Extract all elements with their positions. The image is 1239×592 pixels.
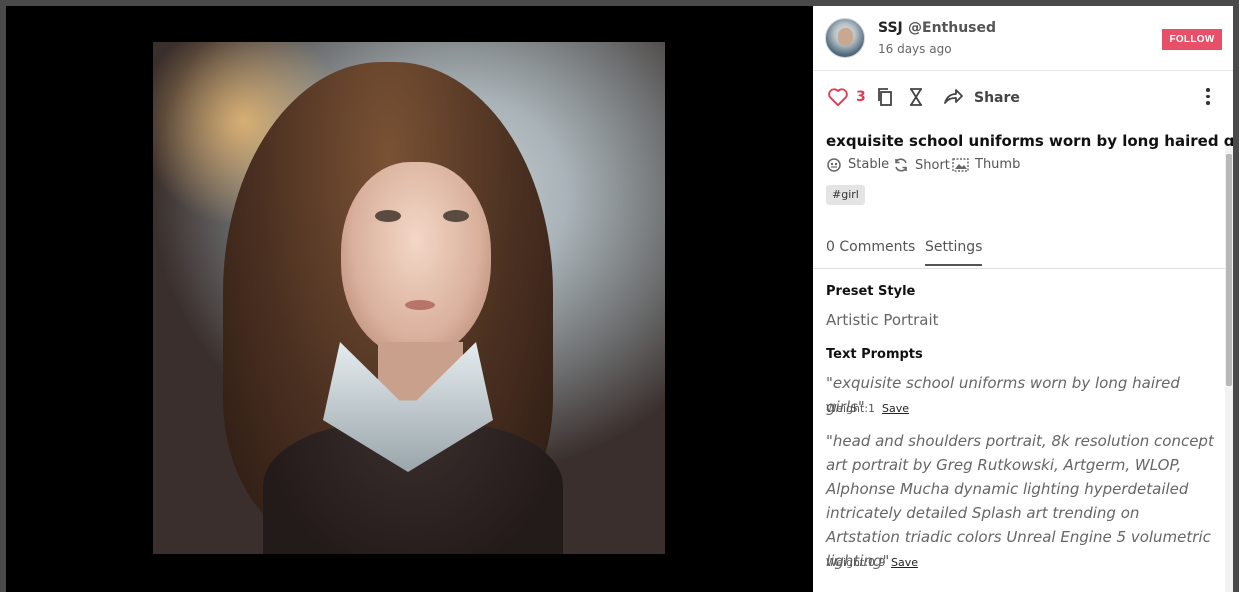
share-icon[interactable]: [943, 87, 963, 105]
stable-diffusion-icon: [827, 157, 841, 172]
meta-stable: Stable: [826, 157, 889, 172]
save-link[interactable]: Save: [882, 402, 909, 415]
preset-style-value: Artistic Portrait: [826, 311, 939, 329]
action-bar: 3 Share: [813, 71, 1233, 121]
heart-icon[interactable]: [827, 87, 849, 107]
text-prompts-heading: Text Prompts: [826, 347, 923, 362]
prompt-weight: Weight:0.9: [826, 556, 886, 569]
save-link[interactable]: Save: [891, 556, 918, 569]
like-count: 3: [856, 89, 866, 105]
meta-short: Short: [893, 157, 950, 173]
tab-bar: 0 Comments Settings: [813, 234, 1233, 269]
thumbnail-icon: [952, 157, 969, 172]
prompt-text: "head and shoulders portrait, 8k resolut…: [826, 432, 1214, 570]
username[interactable]: SSJ: [878, 20, 903, 36]
viewer-frame: SSJ @Enthused 16 days ago FOLLOW 3 Share…: [6, 6, 1233, 592]
post-header: SSJ @Enthused 16 days ago FOLLOW: [813, 6, 1233, 71]
meta-label: Thumb: [975, 157, 1021, 172]
hourglass-icon[interactable]: [908, 87, 924, 107]
meta-label: Short: [915, 157, 950, 173]
prompt-weight: Weight:1: [826, 402, 876, 415]
share-button[interactable]: Share: [974, 90, 1020, 106]
image-viewer: [6, 6, 813, 592]
meta-thumb: Thumb: [952, 157, 1020, 172]
follow-button[interactable]: FOLLOW: [1162, 29, 1222, 50]
meta-label: Stable: [848, 157, 890, 172]
tab-settings[interactable]: Settings: [925, 239, 983, 266]
scroll-thumb[interactable]: [1226, 154, 1232, 386]
tag-chip[interactable]: #girl: [826, 185, 865, 205]
more-options-icon[interactable]: [1203, 88, 1213, 106]
user-handle[interactable]: @Enthused: [908, 20, 996, 36]
avatar[interactable]: [825, 18, 865, 58]
copy-icon[interactable]: [876, 87, 894, 107]
details-panel: SSJ @Enthused 16 days ago FOLLOW 3 Share…: [813, 6, 1233, 592]
generated-image[interactable]: [153, 42, 665, 554]
post-time: 16 days ago: [878, 42, 952, 56]
post-title: exquisite school uniforms worn by long h…: [826, 132, 1233, 150]
refresh-icon: [895, 158, 907, 172]
preset-style-heading: Preset Style: [826, 284, 916, 299]
scrollbar[interactable]: [1225, 146, 1233, 592]
tab-comments[interactable]: 0 Comments: [826, 239, 915, 264]
